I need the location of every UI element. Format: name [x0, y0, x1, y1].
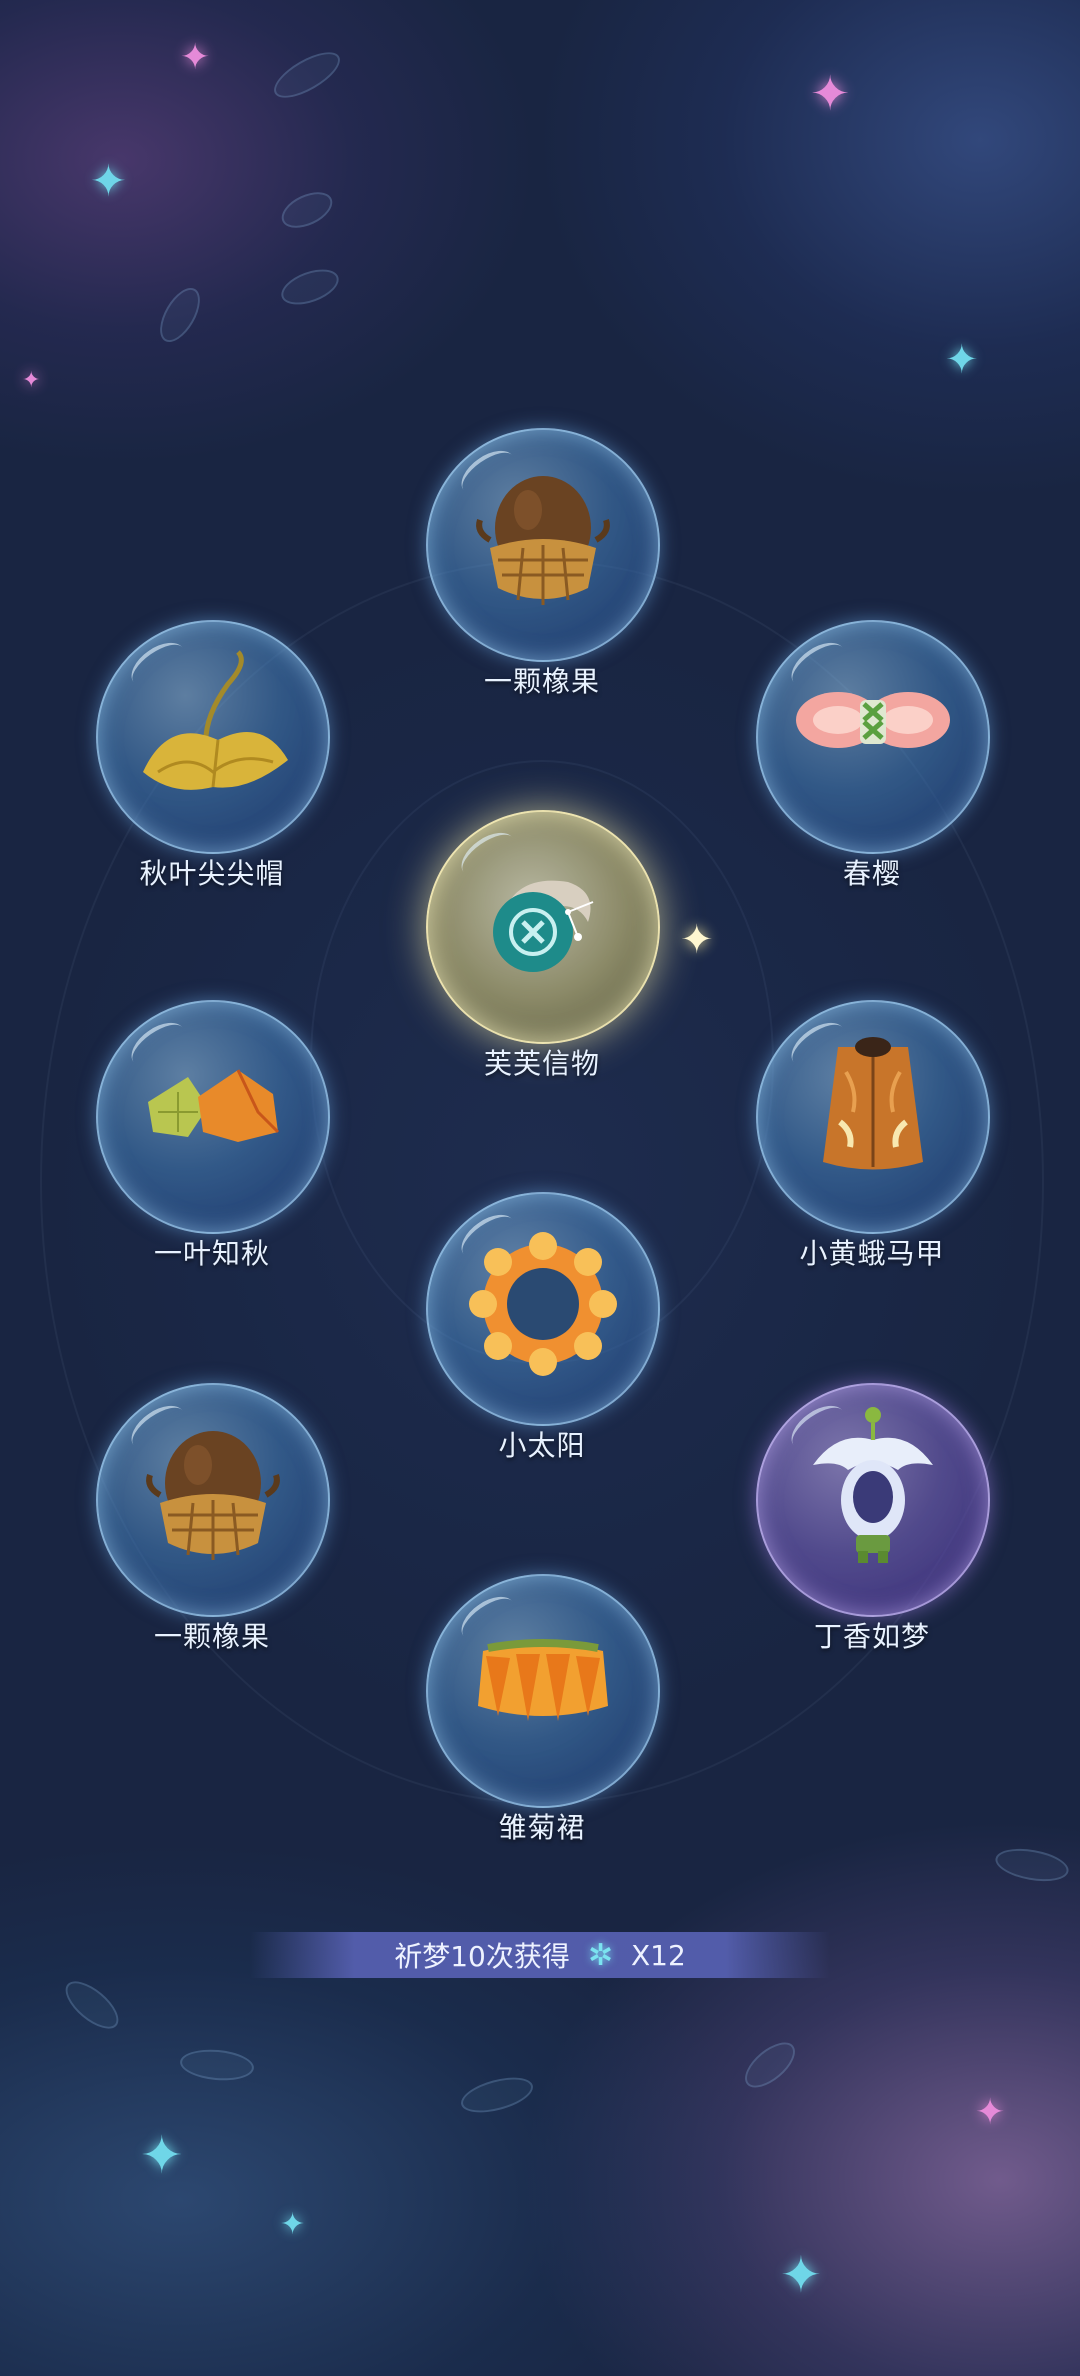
reward-bubble: [96, 1000, 330, 1234]
daisy-skirt-icon: [478, 1639, 608, 1721]
reward-bubble-purple: [756, 1383, 990, 1617]
fish-icon: [57, 1972, 127, 2038]
sparkle-icon: ✦: [180, 37, 211, 78]
reward-bubble: [96, 1383, 330, 1617]
fufu-token-icon: [493, 880, 594, 972]
sparkle-icon: ✦: [90, 156, 127, 207]
fish-icon: [152, 281, 208, 349]
reward-label: 雏菊裙: [498, 1811, 586, 1844]
reward-item-spring-cherry[interactable]: 春樱: [752, 620, 992, 910]
reward-item-acorn-left[interactable]: 一颗橡果: [92, 1383, 332, 1673]
fish-icon: [178, 2046, 256, 2084]
reward-label: 春樱: [842, 857, 901, 890]
ginkgo-leaf-icon: [143, 650, 288, 790]
sparkle-icon: ✦: [975, 2092, 1006, 2133]
reward-item-acorn-top[interactable]: 一颗橡果: [422, 428, 662, 718]
reward-bubble: [756, 620, 990, 854]
reward-item-lilac-dream[interactable]: 丁香如梦: [752, 1383, 992, 1673]
reward-bubble: [426, 1192, 660, 1426]
reward-bubble-gold: [426, 810, 660, 1044]
sparkle-icon: ✦: [140, 2126, 184, 2186]
reward-item-leaf-autumn[interactable]: 一叶知秋: [92, 1000, 332, 1290]
reward-label: 一叶知秋: [153, 1237, 270, 1270]
reward-item-yellow-moth-vest[interactable]: 小黄蛾马甲: [752, 1000, 992, 1290]
fish-icon: [457, 2070, 537, 2120]
sparkle-icon: ✦: [680, 917, 714, 963]
dream-star-icon: ✲: [587, 1937, 613, 1973]
cherry-blossom-bow-icon: [796, 692, 950, 748]
sparkle-icon: ✦: [280, 2207, 306, 2242]
sparkle-icon: ✦: [22, 368, 41, 393]
acorn-hat-icon: [146, 1431, 280, 1560]
lilac-hood-icon: [813, 1407, 933, 1563]
banner-count: X12: [630, 1938, 686, 1972]
reward-bubble: [426, 428, 660, 662]
fish-icon: [276, 184, 338, 236]
reward-banner: 祈梦10次获得 ✲ X12: [250, 1932, 830, 1978]
acorn-hat-icon: [476, 476, 610, 605]
fish-icon: [267, 43, 347, 107]
fish-icon: [737, 2034, 803, 2096]
reward-label: 一颗橡果: [153, 1620, 270, 1653]
reward-label: 芙芙信物: [483, 1047, 600, 1080]
fish-icon: [276, 262, 344, 312]
sparkle-icon: ✦: [780, 2246, 822, 2304]
sparkle-icon: ✦: [945, 337, 979, 383]
sun-ring-icon: [469, 1232, 617, 1376]
reward-bubble: [756, 1000, 990, 1234]
reward-label: 秋叶尖尖帽: [139, 857, 285, 890]
reward-item-fufu-token[interactable]: ✦ 芙芙信物: [422, 810, 714, 1100]
banner-text: 祈梦10次获得: [394, 1940, 570, 1973]
reward-label: 小太阳: [498, 1429, 586, 1462]
reward-bubble: [96, 620, 330, 854]
reward-item-autumn-leaf-hat[interactable]: 秋叶尖尖帽: [92, 620, 332, 910]
reward-label: 丁香如梦: [813, 1620, 930, 1653]
reward-item-daisy-skirt[interactable]: 雏菊裙: [422, 1574, 662, 1864]
autumn-leaves-icon: [148, 1069, 280, 1142]
fish-icon: [992, 1843, 1072, 1887]
reward-label: 一颗橡果: [483, 665, 600, 698]
reward-label: 小黄蛾马甲: [799, 1237, 945, 1270]
sparkle-icon: ✦: [810, 66, 851, 122]
reward-bubble: [426, 1574, 660, 1808]
moth-vest-icon: [823, 1037, 923, 1170]
reward-item-little-sun[interactable]: 小太阳: [422, 1192, 662, 1482]
